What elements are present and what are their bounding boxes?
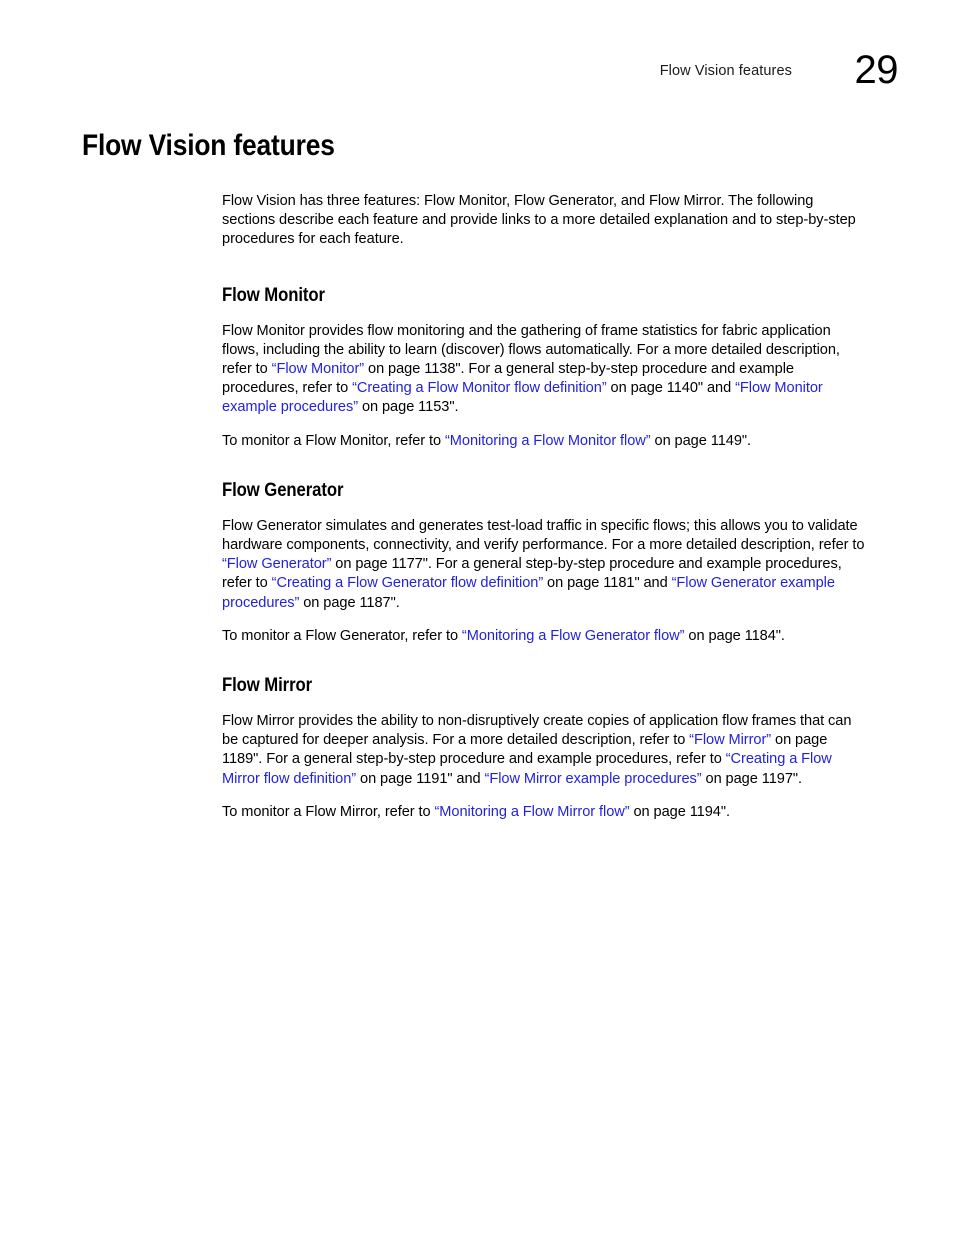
text-run: on page 1181" and xyxy=(543,575,672,592)
section-heading-flow-generator: Flow Generator xyxy=(222,479,344,501)
intro-paragraph: Flow Vision has three features: Flow Mon… xyxy=(222,192,870,250)
xref-monitoring-flow-monitor-flow[interactable]: “Monitoring a Flow Monitor flow” xyxy=(445,433,651,449)
xref-flow-generator[interactable]: “Flow Generator” xyxy=(222,556,331,572)
text-run: on page 1184". xyxy=(684,627,785,644)
flow-generator-description: Flow Generator simulates and generates t… xyxy=(222,517,870,613)
header-running-title: Flow Vision features xyxy=(659,63,792,79)
xref-creating-flow-generator-flow-definition[interactable]: “Creating a Flow Generator flow definiti… xyxy=(272,575,544,591)
xref-flow-mirror[interactable]: “Flow Mirror” xyxy=(689,732,771,748)
page-header: Flow Vision features 29 xyxy=(0,48,954,100)
flow-monitor-description: Flow Monitor provides flow monitoring an… xyxy=(222,322,870,418)
text-run: on page 1149". xyxy=(650,432,752,449)
intro-text: Flow Vision has three features: Flow Mon… xyxy=(222,193,856,248)
text-run: on page 1197". xyxy=(701,770,803,787)
text-run: on page 1140" and xyxy=(606,380,736,397)
chapter-title: Flow Vision features xyxy=(82,129,335,162)
text-run: To monitor a Flow Generator, refer to xyxy=(222,627,462,644)
section-heading-flow-mirror: Flow Mirror xyxy=(222,675,313,697)
text-run: To monitor a Flow Mirror, refer to xyxy=(222,803,435,820)
text-run: on page 1191" and xyxy=(356,770,485,787)
page-content: Flow Vision features Flow Vision has thr… xyxy=(82,128,882,822)
xref-flow-monitor[interactable]: “Flow Monitor” xyxy=(272,361,365,377)
text-run: on page 1194". xyxy=(629,803,731,820)
text-run: on page 1187". xyxy=(299,594,400,611)
flow-monitor-monitoring: To monitor a Flow Monitor, refer to “Mon… xyxy=(222,432,870,451)
flow-generator-monitoring: To monitor a Flow Generator, refer to “M… xyxy=(222,627,870,646)
xref-monitoring-flow-generator-flow[interactable]: “Monitoring a Flow Generator flow” xyxy=(462,628,685,644)
text-run: Flow Generator simulates and generates t… xyxy=(222,517,865,554)
flow-mirror-monitoring: To monitor a Flow Mirror, refer to “Moni… xyxy=(222,803,870,822)
xref-creating-flow-monitor-flow-definition[interactable]: “Creating a Flow Monitor flow definition… xyxy=(352,380,607,396)
text-run: To monitor a Flow Monitor, refer to xyxy=(222,432,445,449)
xref-monitoring-flow-mirror-flow[interactable]: “Monitoring a Flow Mirror flow” xyxy=(434,804,629,820)
text-run: on page 1153". xyxy=(358,399,459,416)
page-number: 29 xyxy=(854,48,899,92)
body-column: Flow Vision has three features: Flow Mon… xyxy=(222,192,870,822)
xref-flow-mirror-example-procedures[interactable]: “Flow Mirror example procedures” xyxy=(485,771,702,787)
flow-mirror-description: Flow Mirror provides the ability to non-… xyxy=(222,712,870,789)
section-heading-flow-monitor: Flow Monitor xyxy=(222,284,325,306)
